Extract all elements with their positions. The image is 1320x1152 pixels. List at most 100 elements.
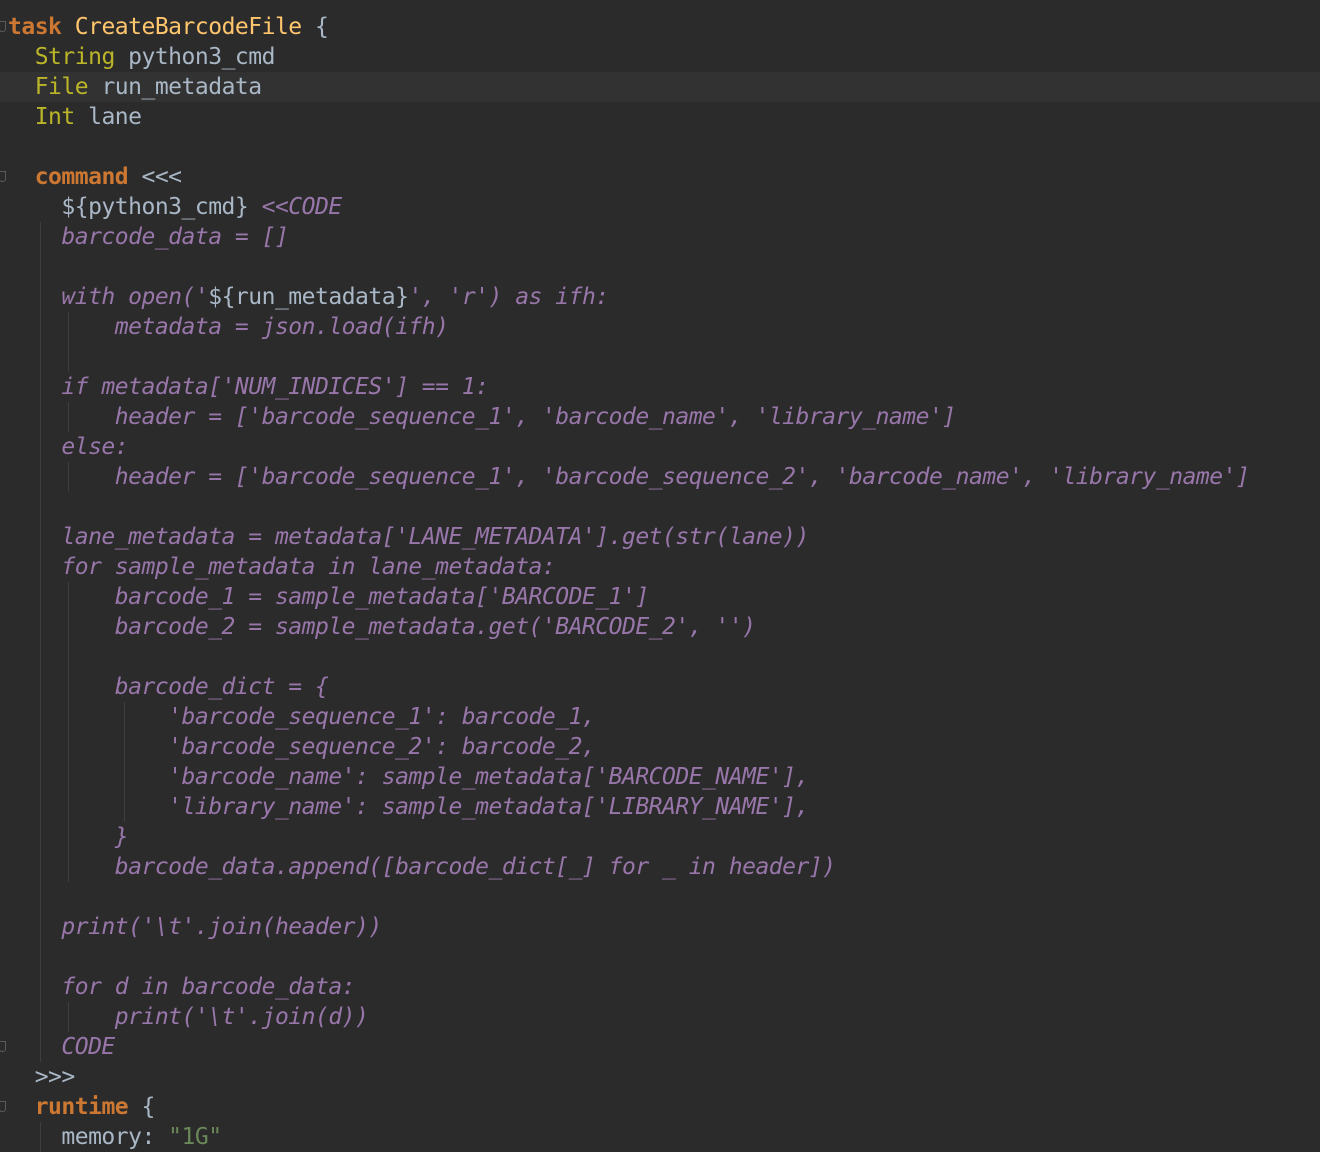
code-token: print('\t'.join(header)) (8, 914, 382, 940)
code-token: for d in barcode_data: (8, 974, 356, 1000)
code-line[interactable] (0, 342, 1320, 372)
code-text: File run_metadata (8, 72, 262, 102)
code-token: runtime (34, 1094, 129, 1120)
code-editor[interactable]: task CreateBarcodeFile { String python3_… (0, 12, 1320, 1152)
code-line[interactable] (0, 492, 1320, 522)
code-text: task CreateBarcodeFile { (8, 12, 329, 42)
code-token: barcode_data = [] (8, 224, 289, 250)
code-token: run_metadata (88, 74, 262, 100)
code-line[interactable]: 'barcode_name': sample_metadata['BARCODE… (0, 762, 1320, 792)
code-token: header = ['barcode_sequence_1', 'barcode… (8, 464, 1250, 490)
code-line[interactable]: runtime { (0, 1092, 1320, 1122)
code-line[interactable]: 'library_name': sample_metadata['LIBRARY… (0, 792, 1320, 822)
code-text: else: (8, 432, 128, 462)
code-token: barcode_1 = sample_metadata['BARCODE_1'] (8, 584, 649, 610)
code-line[interactable]: 'barcode_sequence_2': barcode_2, (0, 732, 1320, 762)
code-token: lane_metadata = metadata['LANE_METADATA'… (8, 524, 809, 550)
code-text: 'library_name': sample_metadata['LIBRARY… (8, 792, 809, 822)
code-token: python3_cmd (114, 44, 275, 70)
code-line[interactable]: barcode_data = [] (0, 222, 1320, 252)
code-line[interactable]: memory: "1G" (0, 1122, 1320, 1152)
code-token: header = ['barcode_sequence_1', 'barcode… (8, 404, 956, 430)
code-token: 'library_name': sample_metadata['LIBRARY… (8, 794, 809, 820)
code-text: print('\t'.join(header)) (8, 912, 382, 942)
fold-marker-icon[interactable] (0, 1041, 6, 1052)
code-line[interactable]: else: (0, 432, 1320, 462)
code-text: barcode_data.append([barcode_dict[_] for… (8, 852, 836, 882)
code-token: 'barcode_name': sample_metadata['BARCODE… (8, 764, 809, 790)
code-line[interactable]: header = ['barcode_sequence_1', 'barcode… (0, 462, 1320, 492)
code-line[interactable]: with open('${run_metadata}', 'r') as ifh… (0, 282, 1320, 312)
code-token: 'barcode_sequence_2': barcode_2, (8, 734, 596, 760)
fold-marker-icon[interactable] (0, 171, 6, 182)
code-token: 'barcode_sequence_1': barcode_1, (8, 704, 596, 730)
code-line[interactable]: print('\t'.join(header)) (0, 912, 1320, 942)
code-token: command (34, 164, 129, 190)
code-line[interactable]: barcode_data.append([barcode_dict[_] for… (0, 852, 1320, 882)
code-token: <<CODE (248, 194, 343, 220)
code-token: String (34, 44, 116, 70)
code-line[interactable]: task CreateBarcodeFile { (0, 12, 1320, 42)
code-line[interactable]: if metadata['NUM_INDICES'] == 1: (0, 372, 1320, 402)
code-line[interactable]: lane_metadata = metadata['LANE_METADATA'… (0, 522, 1320, 552)
code-line[interactable] (0, 942, 1320, 972)
code-line[interactable] (0, 882, 1320, 912)
code-token: <<< (128, 164, 182, 190)
code-line[interactable]: barcode_2 = sample_metadata.get('BARCODE… (0, 612, 1320, 642)
code-token: metadata = json.load(ifh) (8, 314, 449, 340)
code-text: if metadata['NUM_INDICES'] == 1: (8, 372, 489, 402)
code-line[interactable]: header = ['barcode_sequence_1', 'barcode… (0, 402, 1320, 432)
code-line[interactable]: barcode_dict = { (0, 672, 1320, 702)
code-text: header = ['barcode_sequence_1', 'barcode… (8, 462, 1250, 492)
code-line[interactable]: CODE (0, 1032, 1320, 1062)
code-token: "1G" (168, 1124, 222, 1150)
code-line[interactable] (0, 132, 1320, 162)
code-token: memory: (8, 1124, 169, 1150)
code-line[interactable]: 'barcode_sequence_1': barcode_1, (0, 702, 1320, 732)
code-line[interactable]: command <<< (0, 162, 1320, 192)
code-token: else: (8, 434, 129, 460)
code-line[interactable]: File run_metadata (0, 72, 1320, 102)
code-lines: task CreateBarcodeFile { String python3_… (0, 12, 1320, 1152)
code-line[interactable]: for sample_metadata in lane_metadata: (0, 552, 1320, 582)
code-line[interactable]: metadata = json.load(ifh) (0, 312, 1320, 342)
code-text: 'barcode_name': sample_metadata['BARCODE… (8, 762, 809, 792)
code-line[interactable]: barcode_1 = sample_metadata['BARCODE_1'] (0, 582, 1320, 612)
code-text: command <<< (8, 162, 182, 192)
code-token: } (8, 824, 129, 850)
code-text: 'barcode_sequence_1': barcode_1, (8, 702, 596, 732)
code-token: barcode_data.append([barcode_dict[_] for… (8, 854, 836, 880)
code-text: with open('${run_metadata}', 'r') as ifh… (8, 282, 609, 312)
code-text: metadata = json.load(ifh) (8, 312, 449, 342)
code-token: >>> (8, 1064, 76, 1090)
code-line[interactable]: >>> (0, 1062, 1320, 1092)
fold-marker-icon[interactable] (0, 1101, 6, 1112)
code-text: ${python3_cmd} <<CODE (8, 192, 342, 222)
code-text: lane_metadata = metadata['LANE_METADATA'… (8, 522, 809, 552)
code-token: if metadata['NUM_INDICES'] == 1: (8, 374, 489, 400)
code-token: task (8, 14, 62, 40)
code-text: } (8, 822, 129, 852)
code-token: File (34, 74, 89, 100)
code-text: barcode_data = [] (8, 222, 288, 252)
code-line[interactable]: } (0, 822, 1320, 852)
code-line[interactable]: String python3_cmd (0, 42, 1320, 72)
code-token: barcode_dict = { (8, 674, 329, 700)
code-token: { (301, 14, 329, 40)
code-line[interactable]: ${python3_cmd} <<CODE (0, 192, 1320, 222)
code-line[interactable] (0, 642, 1320, 672)
code-token: ${python3_cmd} (61, 194, 249, 220)
fold-marker-icon[interactable] (0, 21, 6, 32)
code-line[interactable]: for d in barcode_data: (0, 972, 1320, 1002)
code-text: barcode_2 = sample_metadata.get('BARCODE… (8, 612, 756, 642)
code-text: 'barcode_sequence_2': barcode_2, (8, 732, 596, 762)
code-line[interactable] (0, 252, 1320, 282)
code-line[interactable]: print('\t'.join(d)) (0, 1002, 1320, 1032)
code-line[interactable]: Int lane (0, 102, 1320, 132)
code-text: Int lane (8, 102, 142, 132)
